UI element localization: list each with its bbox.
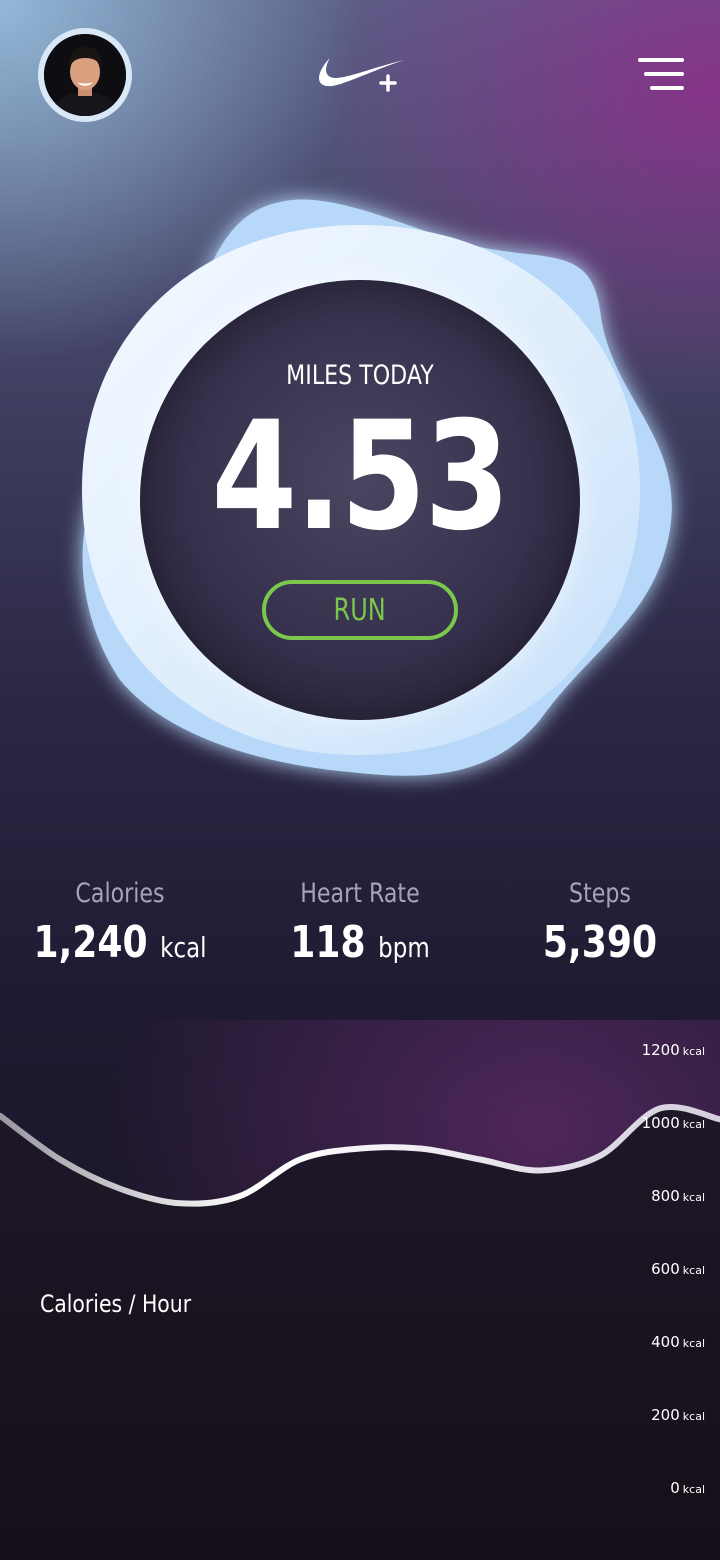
stat-heart-rate: Heart Rate 118 bpm bbox=[240, 878, 480, 968]
chart-title: Calories / Hour bbox=[40, 1290, 192, 1318]
miles-today-value: 4.53 bbox=[211, 390, 511, 564]
menu-line bbox=[644, 72, 684, 76]
menu-line bbox=[650, 86, 684, 90]
menu-line bbox=[638, 58, 684, 62]
y-tick-value: 400 bbox=[651, 1333, 680, 1351]
stat-calories: Calories 1,240 kcal bbox=[0, 878, 240, 968]
stat-value: 1,240 kcal bbox=[22, 917, 219, 968]
y-tick-value: 1000 bbox=[642, 1114, 680, 1132]
miles-today-label: MILES TODAY bbox=[286, 360, 434, 391]
stat-unit: kcal bbox=[160, 931, 207, 964]
y-tick-value: 600 bbox=[651, 1260, 680, 1278]
y-tick-unit: kcal bbox=[683, 1191, 705, 1204]
stat-label: Calories bbox=[75, 878, 165, 909]
stat-number: 1,240 bbox=[33, 917, 148, 968]
y-tick-value: 0 bbox=[670, 1479, 680, 1497]
y-tick-unit: kcal bbox=[683, 1264, 705, 1277]
run-button[interactable]: RUN bbox=[262, 580, 458, 640]
y-tick-unit: kcal bbox=[683, 1045, 705, 1058]
y-tick-value: 800 bbox=[651, 1187, 680, 1205]
run-button-label: RUN bbox=[333, 592, 387, 628]
stat-steps: Steps 5,390 bbox=[480, 878, 720, 968]
swoosh-plus-logo-icon bbox=[312, 52, 408, 96]
y-tick-unit: kcal bbox=[683, 1483, 705, 1496]
stat-value: 5,390 bbox=[502, 917, 699, 968]
y-tick-unit: kcal bbox=[683, 1337, 705, 1350]
menu-button[interactable] bbox=[636, 58, 684, 92]
y-tick-value: 200 bbox=[651, 1406, 680, 1424]
y-tick-unit: kcal bbox=[683, 1118, 705, 1131]
stat-value: 118 bpm bbox=[262, 917, 459, 968]
avatar[interactable] bbox=[38, 28, 132, 122]
stat-label: Heart Rate bbox=[300, 878, 420, 909]
stat-label: Steps bbox=[569, 878, 631, 909]
stat-number: 5,390 bbox=[542, 917, 658, 968]
y-tick-unit: kcal bbox=[683, 1410, 705, 1423]
user-avatar-icon bbox=[44, 34, 126, 116]
y-tick-value: 1200 bbox=[642, 1041, 680, 1059]
stat-unit: bpm bbox=[378, 931, 430, 964]
stat-number: 118 bbox=[290, 917, 366, 968]
